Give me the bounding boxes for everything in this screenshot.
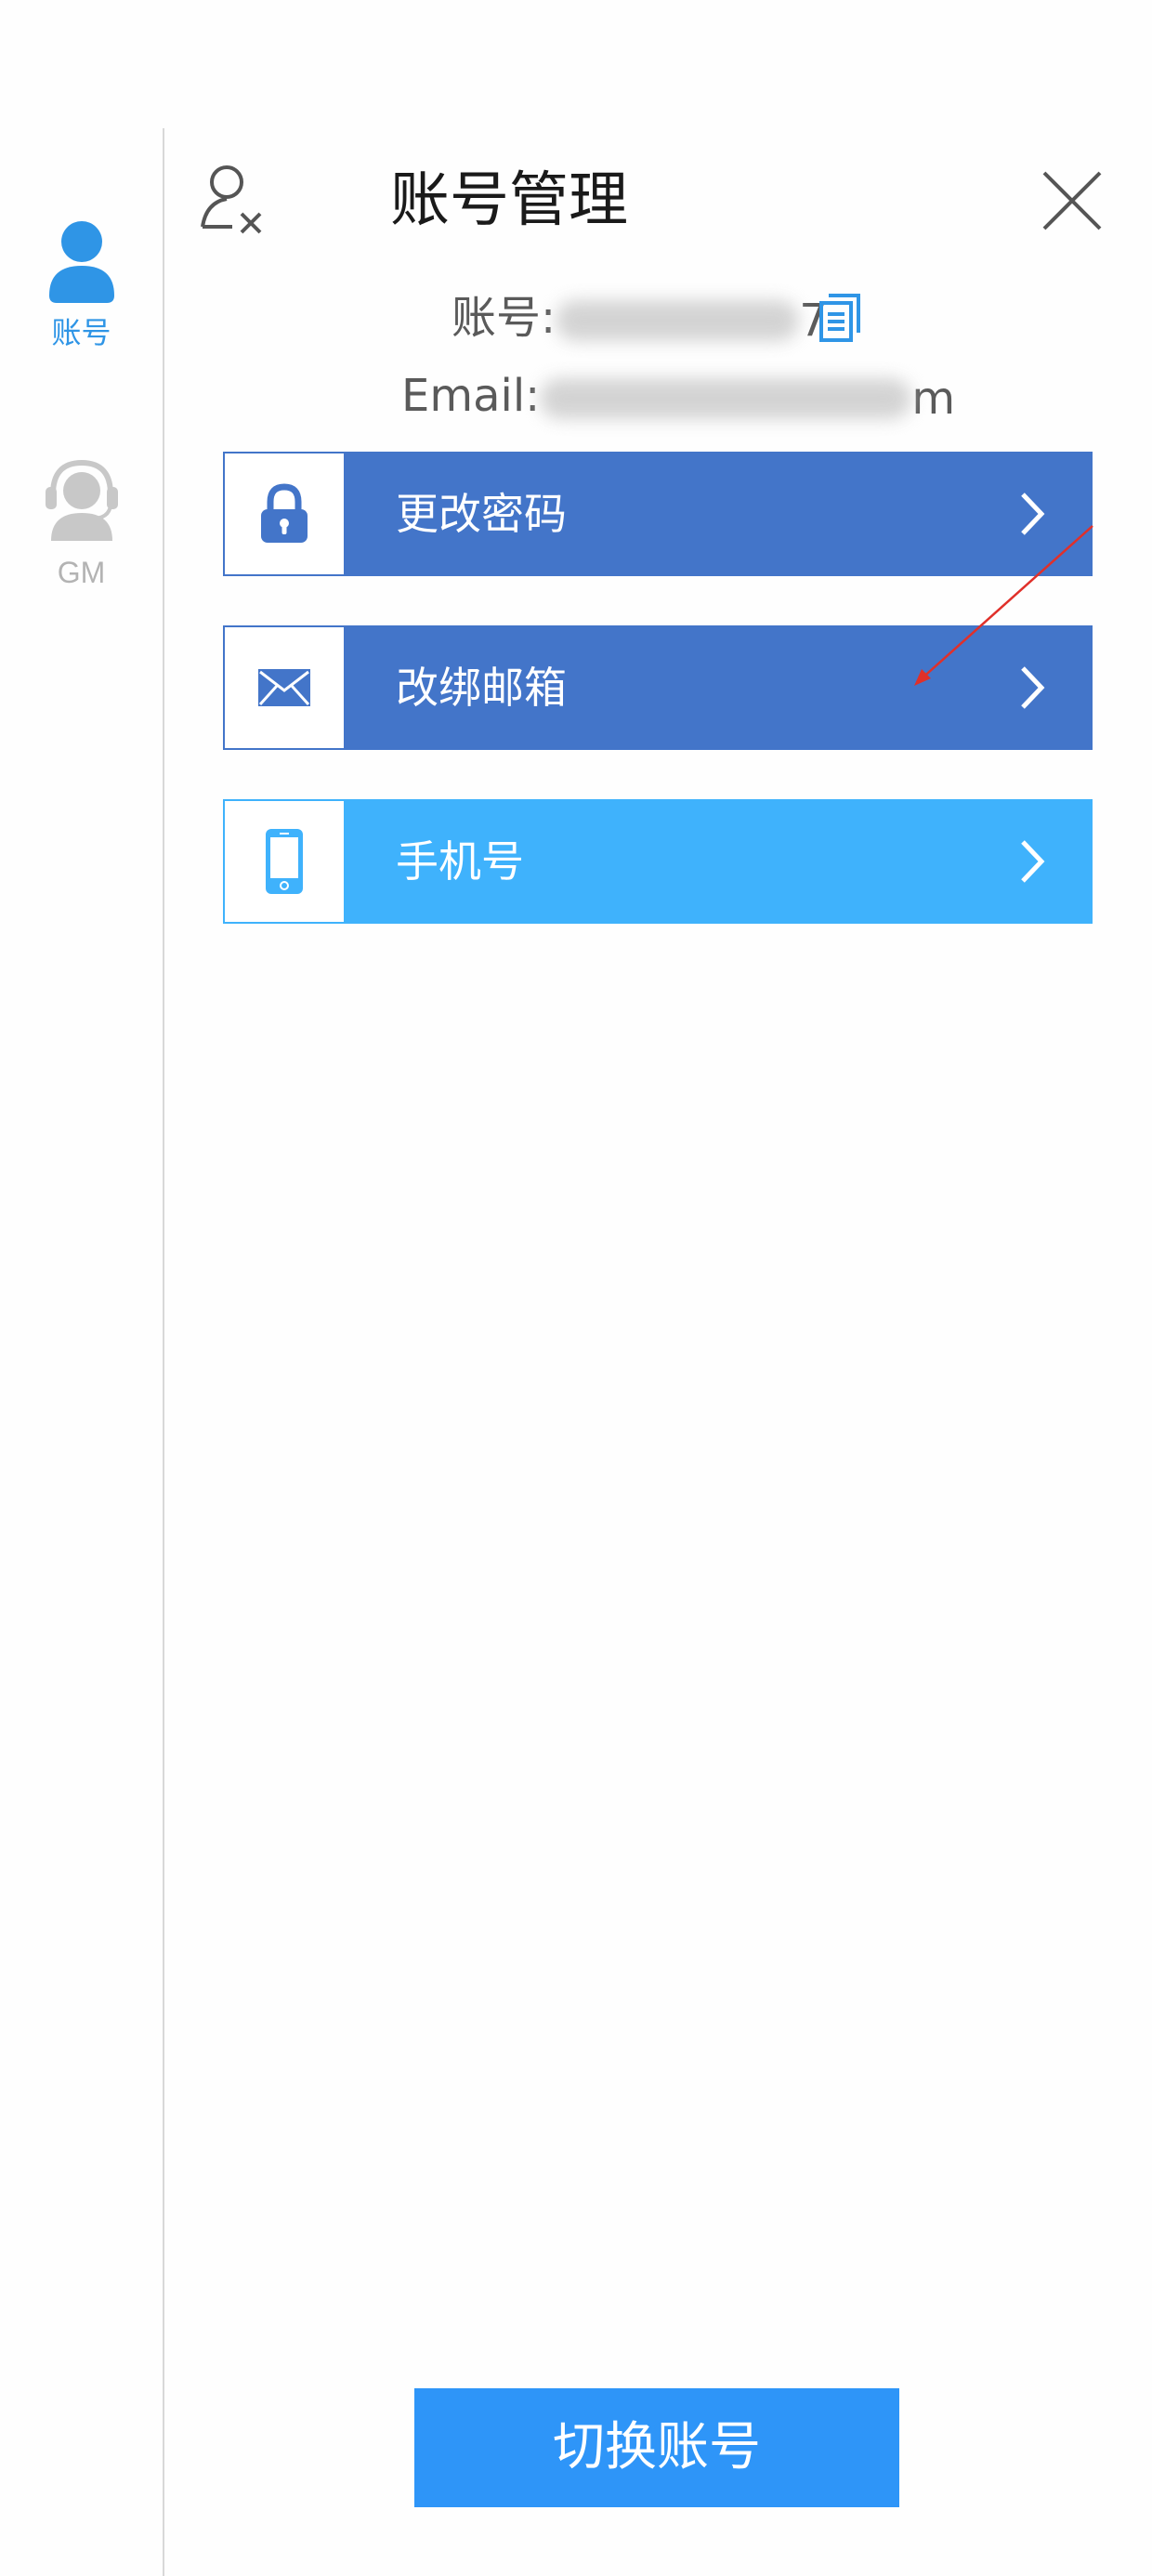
rebind-email-label: 改绑邮箱	[396, 663, 567, 713]
user-remove-icon[interactable]	[199, 162, 273, 236]
account-management-page: 账号 GM 账号管理 账号: 7 Email: m 更改密码 改绑邮箱 手机号 …	[0, 0, 1152, 2576]
switch-account-button[interactable]: 切换账号	[414, 2388, 899, 2507]
email-label: Email:	[401, 370, 541, 422]
row-icon-box	[223, 452, 346, 576]
row-icon-box	[223, 799, 346, 924]
masked-account-value	[556, 300, 800, 341]
sidebar-item-account[interactable]: 账号	[0, 221, 163, 351]
sidebar-item-gm[interactable]: GM	[0, 457, 163, 591]
chevron-right-icon	[1021, 493, 1045, 535]
chevron-right-icon	[1021, 840, 1045, 883]
row-icon-box	[223, 625, 346, 750]
phone-number-label: 手机号	[396, 836, 524, 887]
sidebar-item-label: GM	[57, 556, 106, 589]
headset-support-icon	[45, 459, 118, 541]
row-body: 改绑邮箱	[346, 625, 1093, 750]
close-icon[interactable]	[1039, 167, 1106, 234]
page-title: 账号管理	[390, 166, 628, 235]
email-value-suffix: m	[911, 373, 956, 425]
chevron-right-icon	[1021, 666, 1045, 709]
envelope-icon	[258, 669, 310, 706]
masked-email-value	[540, 378, 912, 419]
sidebar-divider	[163, 128, 164, 2576]
row-body: 手机号	[346, 799, 1093, 924]
change-password-row[interactable]: 更改密码	[223, 452, 1093, 576]
change-password-label: 更改密码	[396, 489, 567, 539]
rebind-email-row[interactable]: 改绑邮箱	[223, 625, 1093, 750]
user-icon	[48, 221, 114, 303]
phone-icon	[266, 829, 303, 894]
account-id-line: 账号: 7	[452, 290, 828, 348]
copy-icon[interactable]	[818, 292, 862, 344]
row-body: 更改密码	[346, 452, 1093, 576]
email-line: Email: m	[401, 368, 955, 427]
sidebar-item-label: 账号	[51, 315, 111, 350]
lock-icon	[261, 483, 308, 543]
phone-number-row[interactable]: 手机号	[223, 799, 1093, 924]
account-label: 账号:	[452, 292, 556, 344]
